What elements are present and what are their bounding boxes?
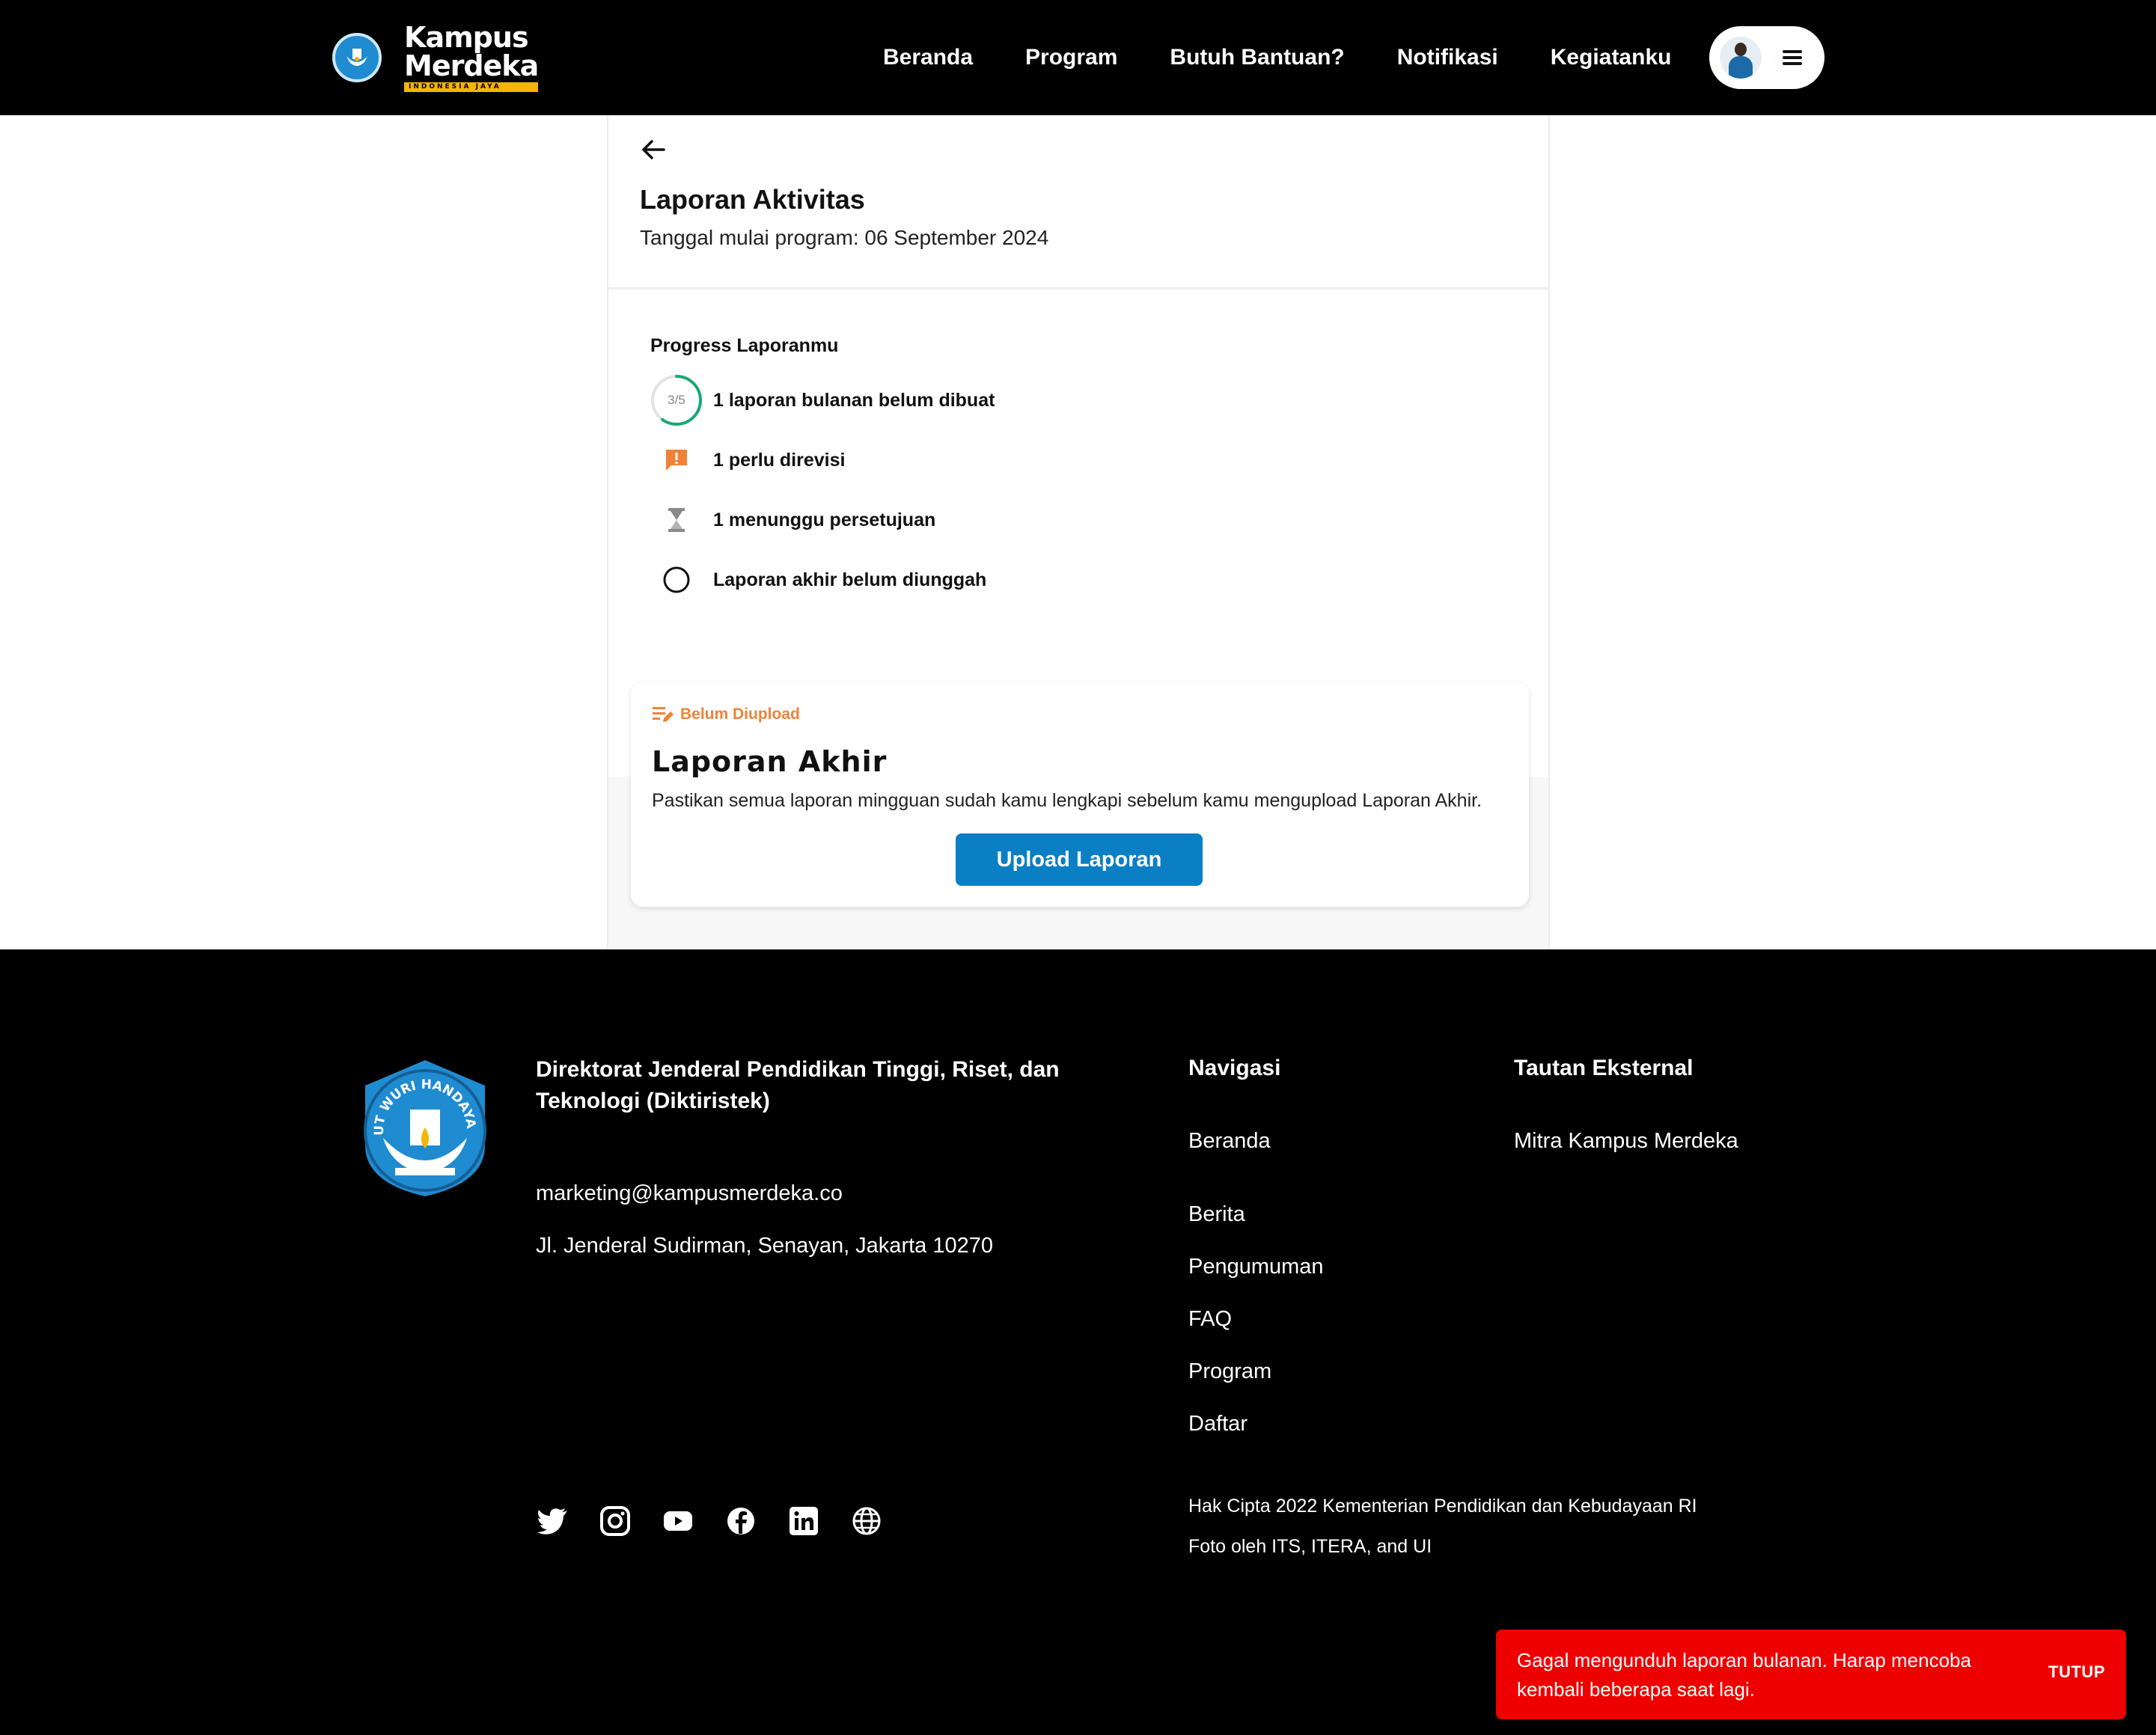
copyright: Hak Cipta 2022 Kementerian Pendidikan da… [1188,1496,1697,1517]
brand-logo[interactable]: Kampus Merdeka INDONESIA JAYA [332,21,539,92]
org-name: Direktorat Jenderal Pendidikan Tinggi, R… [536,1057,1060,1113]
toast-message: Gagal mengunduh laporan bulanan. Harap m… [1517,1649,1972,1701]
progress-title: Progress Laporanmu [650,335,839,356]
twitter-icon[interactable] [536,1505,569,1537]
footer-link-berita[interactable]: Berita [1188,1202,1245,1227]
nav-program[interactable]: Program [1025,45,1117,70]
program-start-date: Tanggal mulai program: 06 September 2024 [640,226,1049,249]
social-links [536,1505,913,1537]
contact-address: Jl. Jenderal Sudirman, Senayan, Jakarta … [536,1234,993,1258]
footer-link-beranda[interactable]: Beranda [1188,1129,1271,1154]
report-panel: Laporan Aktivitas Tanggal mulai program:… [607,115,1550,949]
progress-item-final: Laporan akhir belum diunggah [650,554,986,606]
hourglass-icon [650,494,703,546]
footer: TUT WURI HANDAYANI Direktorat Jenderal P… [0,949,2156,1735]
progress-ring-label: 3/5 [668,393,685,407]
nav-kegiatanku[interactable]: Kegiatanku [1551,45,1672,70]
footer-external-heading: Tautan Eksternal [1514,1056,1694,1080]
footer-link-faq[interactable]: FAQ [1188,1307,1232,1332]
avatar [1720,37,1762,79]
empty-circle-icon [650,554,703,606]
main-nav: Beranda Program Butuh Bantuan? Notifikas… [883,0,1671,115]
footer-link-pengumuman[interactable]: Pengumuman [1188,1255,1324,1279]
back-arrow-icon[interactable] [638,135,668,165]
final-report-card: Belum Diupload Laporan Akhir Pastikan se… [631,682,1529,907]
progress-item-revision: 1 perlu direvisi [650,434,845,486]
report-header: Laporan Aktivitas Tanggal mulai program:… [608,115,1548,289]
brand-wordmark: Kampus Merdeka INDONESIA JAYA [404,21,539,92]
nav-butuh-bantuan[interactable]: Butuh Bantuan? [1170,45,1344,70]
final-report-title: Laporan Akhir [652,745,888,778]
progress-item-monthly: 3/5 1 laporan bulanan belum dibuat [650,374,995,426]
contact-email[interactable]: marketing@kampusmerdeka.co [536,1181,843,1206]
nav-notifikasi[interactable]: Notifikasi [1397,45,1498,70]
nav-beranda[interactable]: Beranda [883,45,973,70]
toast-close-button[interactable]: TUTUP [2048,1662,2105,1682]
youtube-icon[interactable] [662,1505,694,1537]
hamburger-menu-icon [1783,50,1802,65]
profile-menu-button[interactable] [1709,26,1824,89]
footer-nav-heading: Navigasi [1188,1056,1281,1080]
progress-item-label: 1 perlu direvisi [713,449,846,471]
status-badge-label: Belum Diupload [680,706,800,723]
progress-item-pending: 1 menunggu persetujuan [650,494,935,546]
progress-ring-icon: 3/5 [650,374,703,426]
error-toast: Gagal mengunduh laporan bulanan. Harap m… [1496,1630,2126,1719]
photo-credit: Foto oleh ITS, ITERA, and UI [1188,1536,1432,1557]
footer-link-daftar[interactable]: Daftar [1188,1412,1248,1436]
revision-alert-icon [650,434,703,486]
kemendikbud-emblem-icon: TUT WURI HANDAYANI [348,1044,497,1199]
tut-wuri-emblem-icon [332,33,382,82]
progress-item-label: Laporan akhir belum diunggah [713,569,987,590]
footer-link-mitra[interactable]: Mitra Kampus Merdeka [1514,1129,1738,1154]
instagram-icon[interactable] [599,1505,632,1537]
top-navbar: Kampus Merdeka INDONESIA JAYA Beranda Pr… [0,0,2156,115]
website-icon[interactable] [850,1505,883,1537]
upload-report-button[interactable]: Upload Laporan [956,833,1203,886]
final-report-description: Pastikan semua laporan mingguan sudah ka… [652,790,1482,811]
edit-list-icon [653,707,674,722]
footer-link-program[interactable]: Program [1188,1359,1271,1384]
progress-item-label: 1 menunggu persetujuan [713,509,936,530]
page-title: Laporan Aktivitas [640,184,865,215]
status-badge: Belum Diupload [652,705,800,724]
progress-item-label: 1 laporan bulanan belum dibuat [713,389,995,411]
linkedin-icon[interactable] [787,1505,820,1537]
facebook-icon[interactable] [724,1505,757,1537]
